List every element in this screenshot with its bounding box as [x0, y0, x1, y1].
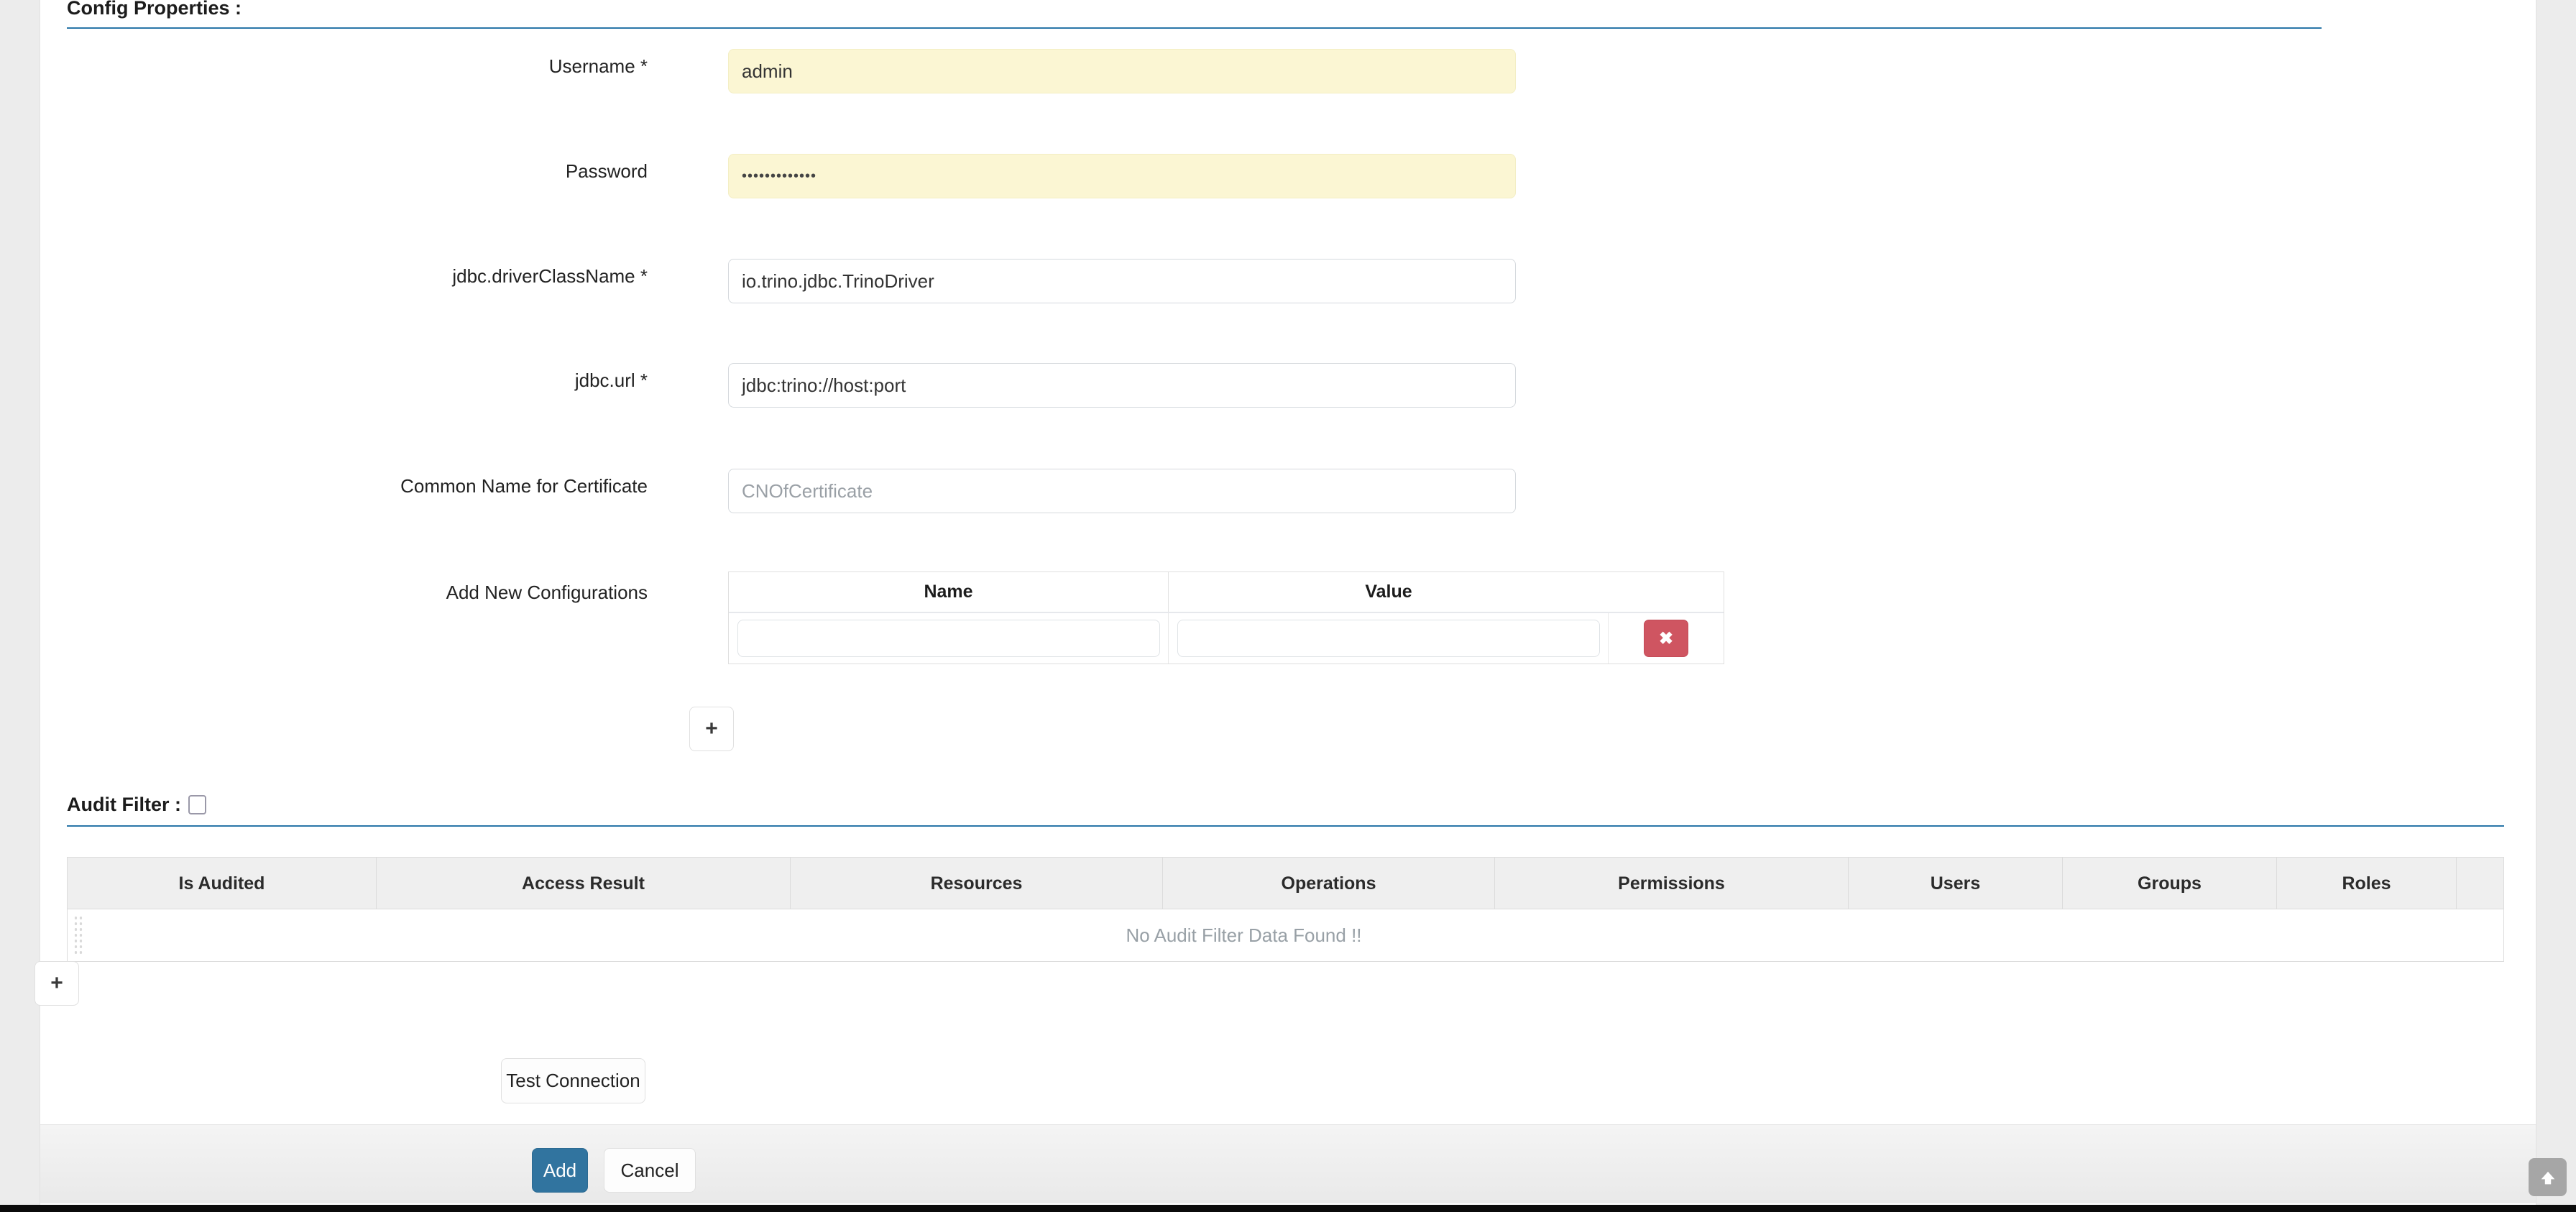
config-table-row: ✖	[729, 613, 1724, 664]
close-icon: ✖	[1658, 628, 1674, 648]
common-name-certificate-input[interactable]: CNOfCertificate	[728, 469, 1516, 513]
form-footer-bar	[40, 1124, 2536, 1203]
password-label: Password	[565, 160, 648, 182]
plus-icon: +	[705, 717, 718, 740]
audit-filter-heading-wrap: Audit Filter :	[67, 794, 206, 816]
username-label: Username *	[548, 55, 648, 77]
config-table-header-row: Name Value	[729, 572, 1724, 613]
audit-column-header-roles: Roles	[2277, 858, 2457, 909]
add-new-configurations-table: Name Value ✖	[728, 571, 1724, 664]
audit-column-header-groups: Groups	[2063, 858, 2277, 909]
audit-column-header-resources: Resources	[791, 858, 1163, 909]
password-input[interactable]: •••••••••••••	[728, 154, 1516, 198]
jdbc-url-input[interactable]: jdbc:trino://host:port	[728, 363, 1516, 408]
config-value-input[interactable]	[1177, 620, 1600, 657]
config-column-header-value: Value	[1365, 582, 1412, 602]
arrow-up-icon	[2541, 1171, 2554, 1184]
left-gutter	[0, 0, 40, 1212]
audit-filter-checkbox[interactable]	[188, 795, 206, 814]
audit-column-header-is-audited: Is Audited	[68, 858, 377, 909]
delete-row-button[interactable]: ✖	[1644, 620, 1688, 657]
jdbc-driver-class-name-label: jdbc.driverClassName *	[452, 265, 648, 287]
window-bottom-edge	[0, 1205, 2576, 1212]
add-button[interactable]: Add	[532, 1148, 588, 1193]
audit-filter-heading: Audit Filter :	[67, 794, 181, 815]
common-name-certificate-label: Common Name for Certificate	[400, 475, 648, 497]
config-column-header-name: Name	[729, 572, 1169, 612]
add-audit-filter-row-button[interactable]: +	[34, 961, 79, 1006]
jdbc-driver-class-name-input[interactable]: io.trino.jdbc.TrinoDriver	[728, 259, 1516, 303]
audit-filter-divider	[67, 825, 2504, 827]
audit-column-header-actions	[2457, 858, 2503, 909]
config-properties-divider	[67, 27, 2322, 29]
add-configuration-row-button[interactable]: +	[689, 707, 734, 751]
audit-table-header-row: Is Audited Access Result Resources Opera…	[68, 858, 2503, 909]
config-properties-heading: Config Properties :	[67, 0, 242, 19]
drag-handle-icon[interactable]	[73, 915, 83, 955]
test-connection-button[interactable]: Test Connection	[501, 1058, 645, 1103]
config-delete-cell: ✖	[1609, 613, 1724, 664]
content-panel: Config Properties : Username * admin Pas…	[34, 0, 2536, 1205]
audit-filter-table: Is Audited Access Result Resources Opera…	[67, 857, 2504, 962]
audit-column-header-access-result: Access Result	[377, 858, 791, 909]
plus-icon: +	[50, 971, 63, 995]
jdbc-url-value: jdbc:trino://host:port	[742, 374, 906, 396]
config-name-cell	[729, 613, 1169, 664]
audit-column-header-permissions: Permissions	[1495, 858, 1849, 909]
username-input[interactable]: admin	[728, 49, 1516, 93]
right-gutter	[2536, 0, 2576, 1212]
audit-column-header-users: Users	[1849, 858, 2063, 909]
scroll-to-top-button[interactable]	[2529, 1158, 2567, 1196]
audit-column-header-operations: Operations	[1163, 858, 1495, 909]
jdbc-url-label: jdbc.url *	[574, 369, 648, 391]
common-name-certificate-value: CNOfCertificate	[742, 479, 873, 502]
username-value: admin	[742, 60, 793, 82]
add-new-configurations-label: Add New Configurations	[446, 582, 648, 603]
audit-empty-message: No Audit Filter Data Found !!	[1126, 924, 1362, 946]
password-value: •••••••••••••	[742, 167, 817, 184]
config-value-cell	[1169, 613, 1609, 664]
page-root: Config Properties : Username * admin Pas…	[0, 0, 2576, 1212]
jdbc-driver-class-name-value: io.trino.jdbc.TrinoDriver	[742, 270, 934, 292]
audit-table-empty-row: No Audit Filter Data Found !!	[68, 909, 2503, 961]
cancel-button[interactable]: Cancel	[604, 1148, 696, 1193]
config-name-input[interactable]	[737, 620, 1160, 657]
